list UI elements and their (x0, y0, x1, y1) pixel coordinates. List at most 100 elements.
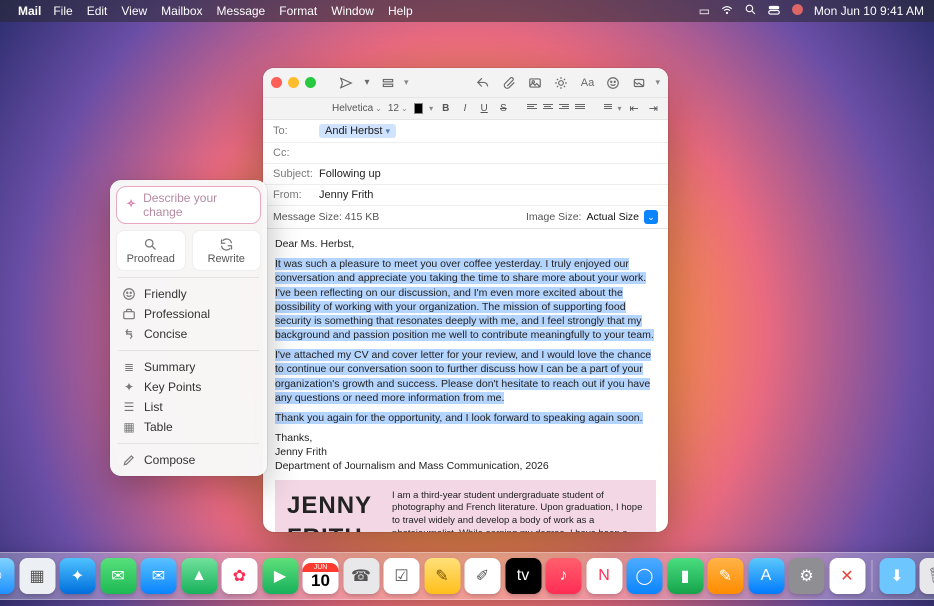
account-icon[interactable] (791, 3, 804, 19)
menu-mailbox[interactable]: Mailbox (161, 4, 202, 18)
dock-facetime[interactable]: ▶ (262, 558, 298, 594)
transform-list[interactable]: ☰ List (116, 397, 261, 417)
from-value[interactable]: Jenny Frith (319, 189, 373, 201)
dock-reminders[interactable]: ☑ (384, 558, 420, 594)
bulleted-list-button[interactable] (602, 104, 612, 114)
transform-summary[interactable]: ≣ Summary (116, 357, 261, 377)
dock-finder[interactable]: ☺ (0, 558, 15, 594)
dock-music[interactable]: ♪ (546, 558, 582, 594)
indent-button[interactable]: ⇥ (647, 102, 660, 115)
header-fields-button[interactable] (378, 74, 398, 92)
extensions-button[interactable] (551, 74, 571, 92)
zoom-window-button[interactable] (305, 77, 316, 88)
strike-button[interactable]: S (497, 103, 510, 114)
subject-row[interactable]: Subject: Following up (263, 164, 668, 185)
to-recipient-token[interactable]: Andi Herbst▾ (319, 124, 396, 138)
selected-paragraph-1: It was such a pleasure to meet you over … (275, 258, 654, 341)
align-center-button[interactable] (543, 104, 553, 114)
traffic-lights (271, 77, 316, 88)
to-row[interactable]: To: Andi Herbst▾ (263, 120, 668, 143)
compose-option[interactable]: Compose (116, 450, 261, 470)
image-size-select[interactable]: Actual Size (586, 211, 639, 223)
align-justify-button[interactable] (575, 104, 585, 114)
dock-xcode[interactable]: ✕ (829, 558, 865, 594)
image-size-stepper[interactable]: ⌄ (644, 210, 658, 224)
menu-window[interactable]: Window (331, 4, 374, 18)
menu-format[interactable]: Format (279, 4, 317, 18)
writing-tools-prompt-input[interactable]: Describe your change (116, 186, 261, 224)
cc-label: Cc: (273, 147, 319, 159)
menu-message[interactable]: Message (217, 4, 266, 18)
align-left-button[interactable] (527, 104, 537, 114)
dock-settings[interactable]: ⚙ (789, 558, 825, 594)
text-color-button[interactable] (414, 103, 423, 114)
control-center-icon[interactable] (767, 3, 781, 20)
insert-photo-button[interactable] (525, 74, 545, 92)
dock-launchpad[interactable]: ▦ (19, 558, 55, 594)
dock-tv[interactable]: tv (505, 558, 541, 594)
font-family-select[interactable]: Helvetica⌄ (332, 103, 382, 114)
dock-pages[interactable]: ✎ (708, 558, 744, 594)
dock-downloads[interactable]: ⬇ (879, 558, 915, 594)
menu-edit[interactable]: Edit (87, 4, 108, 18)
pencil-icon (122, 453, 136, 467)
cc-row[interactable]: Cc: (263, 143, 668, 164)
dock-messages[interactable]: ✉ (100, 558, 136, 594)
image-size-label: Image Size: (526, 211, 581, 223)
dock-contacts[interactable]: ☎ (343, 558, 379, 594)
dock-notes[interactable]: ✎ (424, 558, 460, 594)
media-browser-button[interactable] (629, 74, 649, 92)
wifi-icon[interactable] (720, 3, 734, 20)
app-menu[interactable]: Mail (18, 4, 41, 18)
dock-freeform[interactable]: ✐ (465, 558, 501, 594)
resume-name-line1: JENNY (287, 490, 372, 522)
dock-mail[interactable]: ✉ (141, 558, 177, 594)
dock-safari[interactable]: ✦ (60, 558, 96, 594)
bold-button[interactable]: B (439, 103, 452, 114)
resume-bio: I am a third-year student undergraduate … (392, 490, 644, 532)
emoji-button[interactable] (603, 74, 623, 92)
dock-podcasts[interactable]: ◯ (627, 558, 663, 594)
font-size-select[interactable]: 12⌄ (388, 103, 408, 114)
from-row[interactable]: From: Jenny Frith (263, 185, 668, 206)
send-button[interactable] (336, 74, 356, 92)
tone-friendly[interactable]: Friendly (116, 284, 261, 304)
proofread-button[interactable]: Proofread (116, 230, 186, 271)
dock-photos[interactable]: ✿ (222, 558, 258, 594)
menu-help[interactable]: Help (388, 4, 413, 18)
message-body[interactable]: Dear Ms. Herbst, It was such a pleasure … (263, 229, 668, 532)
compose-headers: To: Andi Herbst▾ Cc: Subject: Following … (263, 120, 668, 229)
menu-file[interactable]: File (53, 4, 72, 18)
menu-view[interactable]: View (121, 4, 147, 18)
dock-appstore[interactable]: A (748, 558, 784, 594)
align-right-button[interactable] (559, 104, 569, 114)
underline-button[interactable]: U (478, 103, 491, 114)
dock-trash[interactable]: 🗑 (920, 558, 934, 594)
dock-maps[interactable]: ▲ (181, 558, 217, 594)
transform-keypoints[interactable]: ✦ Key Points (116, 377, 261, 397)
minimize-window-button[interactable] (288, 77, 299, 88)
subject-value[interactable]: Following up (319, 168, 381, 180)
format-button[interactable]: Aa (577, 74, 597, 92)
briefcase-icon (122, 307, 136, 321)
dock-stocks[interactable]: ▮ (667, 558, 703, 594)
selected-paragraph-2: I've attached my CV and cover letter for… (275, 349, 651, 404)
menu-clock[interactable]: Mon Jun 10 9:41 AM (814, 4, 924, 18)
close-window-button[interactable] (271, 77, 282, 88)
dock-calendar[interactable]: JUN10 (303, 558, 339, 594)
send-later-dropdown[interactable]: ▾ (362, 74, 372, 92)
attachment-resume[interactable]: JENNY FRITH I am a third-year student un… (275, 480, 656, 532)
transform-table[interactable]: ▦ Table (116, 417, 261, 437)
menu-bar: Mail File Edit View Mailbox Message Form… (0, 0, 934, 22)
attach-button[interactable] (499, 74, 519, 92)
reply-button[interactable] (473, 74, 493, 92)
dock-news[interactable]: N (586, 558, 622, 594)
battery-icon[interactable]: ▭ (699, 4, 710, 18)
italic-button[interactable]: I (458, 103, 471, 114)
rewrite-button[interactable]: Rewrite (192, 230, 262, 271)
tone-concise[interactable]: Concise (116, 324, 261, 344)
spotlight-icon[interactable] (744, 3, 757, 19)
tone-professional[interactable]: Professional (116, 304, 261, 324)
compose-window: ▾ ▾ Aa ▾ Helvetica⌄ 12 (263, 68, 668, 532)
outdent-button[interactable]: ⇤ (628, 102, 641, 115)
